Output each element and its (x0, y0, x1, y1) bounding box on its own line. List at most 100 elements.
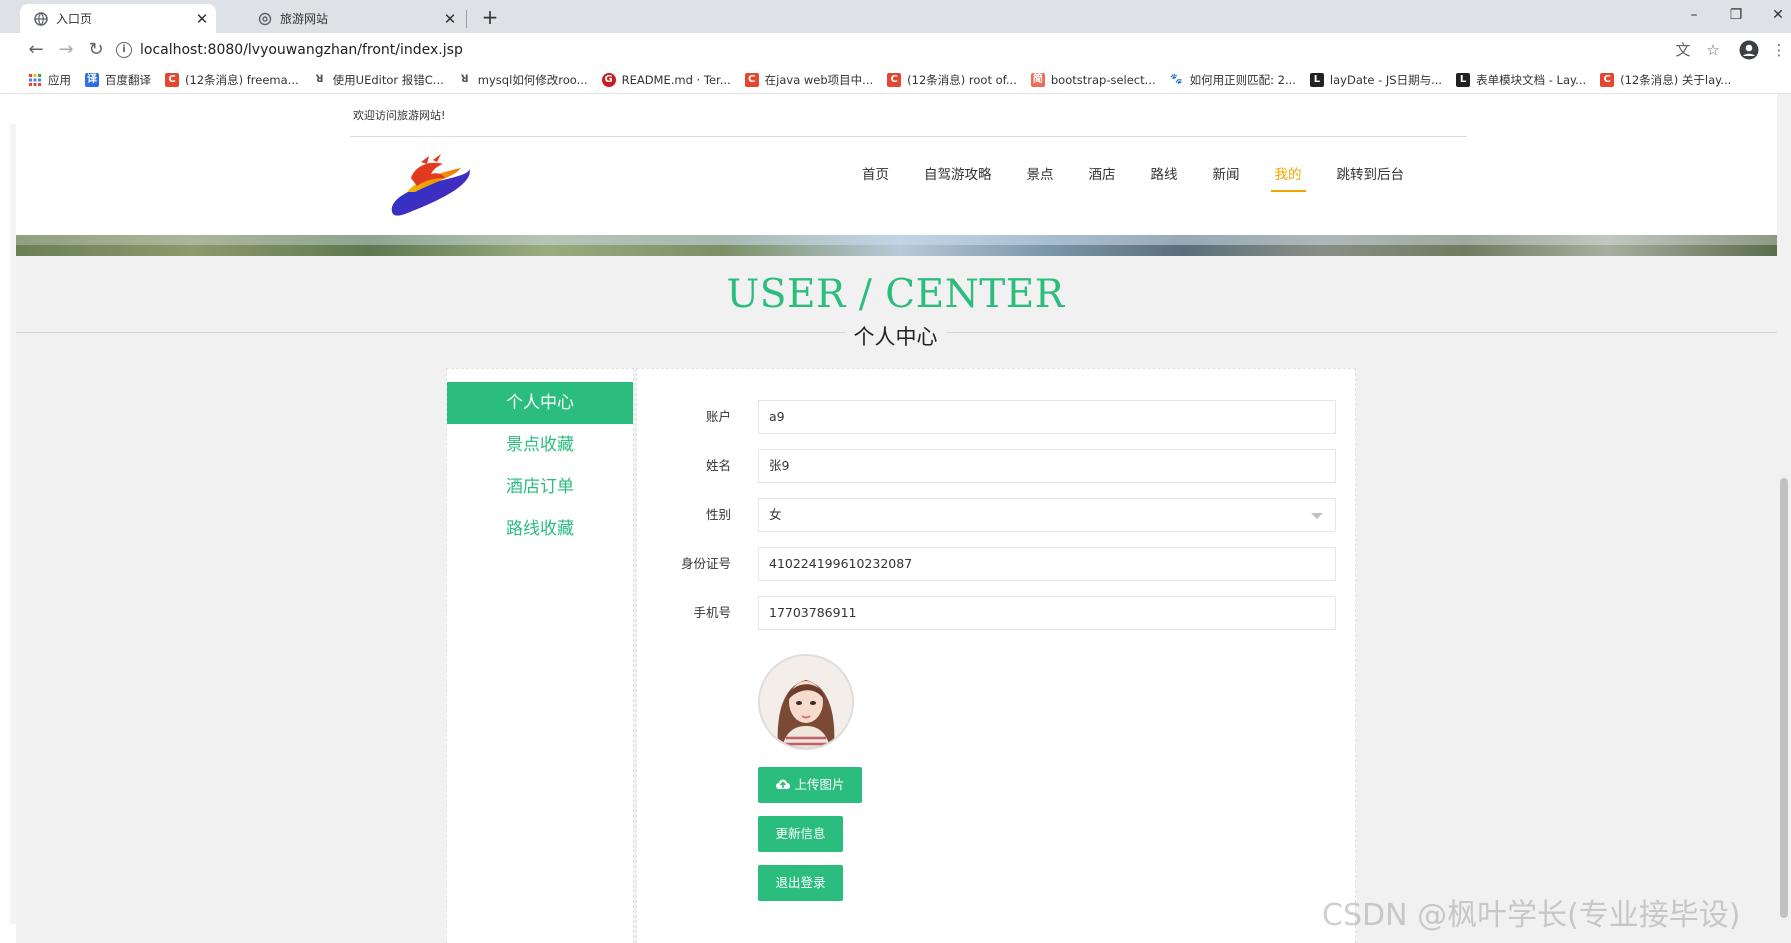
watermark-text: CSDN @枫叶学长(专业接毕设) (1322, 898, 1741, 933)
forward-arrow-icon[interactable]: → (52, 36, 80, 64)
nav-routes[interactable]: 路线 (1151, 160, 1178, 190)
tab-separator (466, 10, 467, 28)
account-label: 账户 (705, 409, 731, 424)
bookmark-bootstrap-select[interactable]: 简 bootstrap-select... (1030, 72, 1156, 87)
tab-title: 旅游网站 (280, 12, 329, 26)
jianshu-icon: 简 (1030, 72, 1045, 87)
bookmark-label: 百度翻译 (105, 72, 151, 87)
info-icon[interactable]: i (116, 42, 132, 58)
landscape-banner-image (16, 235, 1784, 256)
phone-field[interactable]: 17703786911 (758, 596, 1336, 630)
apps-grid-icon (28, 73, 42, 87)
page-title-chinese-wrapper: 个人中心 (0, 321, 1791, 351)
close-icon[interactable]: ✕ (440, 10, 460, 28)
phone-label: 手机号 (693, 605, 731, 620)
csdn-icon: C (1600, 72, 1615, 87)
account-field[interactable]: a9 (758, 400, 1336, 434)
close-icon[interactable]: ✕ (192, 10, 212, 28)
csdn-icon: C (744, 72, 759, 87)
page-title-chinese: 个人中心 (845, 325, 946, 349)
nav-hotels[interactable]: 酒店 (1089, 160, 1116, 190)
csdn-icon: C (165, 72, 179, 87)
new-tab-button[interactable]: + (478, 4, 502, 30)
translate-page-icon[interactable]: 文 (1670, 37, 1696, 63)
tab-travel-site[interactable]: 旅游网站 ✕ (244, 4, 464, 33)
reload-icon[interactable]: ↻ (82, 36, 110, 64)
bookmark-label: bootstrap-select... (1050, 72, 1156, 87)
scrollbar-thumb[interactable] (1780, 478, 1788, 918)
bookmark-laydate[interactable]: L layDate - JS日期与... (1309, 72, 1443, 88)
cloud-upload-icon (775, 768, 791, 804)
bookmark-label: 如何用正则匹配: 2... (1189, 72, 1296, 87)
bookmark-label: (12条消息) freema... (185, 72, 299, 87)
bookmark-label: 使用UEditor 报错C... (332, 72, 444, 87)
gender-selected-value: 女 (769, 507, 782, 522)
sidebar-item-personal-center[interactable]: 个人中心 (447, 382, 633, 424)
baidu-icon: 🐾 (1170, 73, 1183, 85)
sidebar-item-route-favorites[interactable]: 路线收藏 (447, 508, 633, 550)
user-center-sidebar: 个人中心 景点收藏 酒店订单 路线收藏 (446, 368, 634, 943)
bookmark-apps[interactable]: 应用 (28, 72, 71, 88)
translate-icon: 译 (85, 72, 99, 87)
welcome-text: 欢迎访问旅游网站! (353, 109, 446, 122)
bookmark-mysql[interactable]: ꓤ mysql如何修改roo... (458, 72, 588, 88)
avatar (758, 654, 854, 750)
site-logo[interactable] (385, 152, 475, 222)
bookmark-star-icon[interactable]: ☆ (1700, 37, 1726, 63)
nav-attractions[interactable]: 景点 (1027, 160, 1054, 190)
chevron-down-icon (1311, 513, 1323, 519)
gender-label: 性别 (705, 507, 731, 522)
bookmark-java-web[interactable]: C 在java web项目中... (744, 72, 874, 88)
bookmark-label: 在java web项目中... (764, 72, 874, 87)
minimize-button[interactable]: – (1674, 2, 1714, 28)
bookmark-csdn-freemarker[interactable]: C (12条消息) freema... (165, 72, 299, 88)
sidebar-item-attraction-favorites[interactable]: 景点收藏 (447, 424, 633, 466)
bookmark-label: 表单模块文档 - Lay... (1476, 72, 1587, 87)
bookmark-layui-form[interactable]: L 表单模块文档 - Lay... (1456, 72, 1586, 88)
bookmark-csdn-root[interactable]: C (12条消息) root of... (887, 72, 1017, 88)
form-row-account: 账户 a9 (637, 400, 1357, 434)
nav-admin-link[interactable]: 跳转到后台 (1337, 160, 1405, 190)
profile-avatar-icon[interactable] (1736, 37, 1762, 63)
bookmark-label: (12条消息) 关于lay... (1620, 72, 1732, 87)
bookmark-regex[interactable]: 🐾 如何用正则匹配: 2... (1170, 72, 1296, 88)
upload-image-button[interactable]: 上传图片 (758, 767, 862, 803)
address-bar-row: ← → ↻ i localhost:8080/lvyouwangzhan/fro… (0, 33, 1791, 66)
bookmark-ueditor[interactable]: ꓤ 使用UEditor 报错C... (313, 72, 444, 88)
gitee-icon: G (601, 72, 616, 87)
tab-entry-page[interactable]: 入口页 ✕ (20, 4, 216, 33)
nav-home[interactable]: 首页 (862, 160, 889, 190)
name-label: 姓名 (705, 458, 731, 473)
link-icon: ꓤ (315, 73, 324, 85)
settings-icon (258, 12, 272, 26)
form-row-gender: 性别 女 (637, 498, 1357, 532)
main-navigation: 首页 自驾游攻略 景点 酒店 路线 新闻 我的 跳转到后台 (862, 160, 1439, 192)
sidebar-item-hotel-orders[interactable]: 酒店订单 (447, 466, 633, 508)
nav-self-drive-guide[interactable]: 自驾游攻略 (924, 160, 992, 190)
back-arrow-icon[interactable]: ← (22, 36, 50, 64)
id-card-field[interactable]: 410224199610232087 (758, 547, 1336, 581)
bookmark-csdn-layui[interactable]: C (12条消息) 关于lay... (1600, 72, 1731, 88)
link-icon: ꓤ (460, 73, 469, 85)
browser-tab-bar: 入口页 ✕ 旅游网站 ✕ + – ❐ ✕ (0, 0, 1791, 33)
nav-mine[interactable]: 我的 (1270, 160, 1306, 192)
bookmark-baidu-translate[interactable]: 译 百度翻译 (85, 72, 151, 88)
nav-news[interactable]: 新闻 (1213, 160, 1240, 190)
menu-kebab-icon[interactable]: ⋮ (1766, 37, 1791, 63)
bookmark-readme[interactable]: G README.md · Ter... (601, 72, 731, 87)
bookmark-label: 应用 (48, 72, 71, 87)
window-close-button[interactable]: ✕ (1758, 2, 1791, 28)
bookmark-label: layDate - JS日期与... (1329, 72, 1443, 87)
gender-select[interactable]: 女 (758, 498, 1336, 532)
id-card-label: 身份证号 (680, 556, 731, 571)
restore-button[interactable]: ❐ (1716, 2, 1756, 28)
bookmarks-bar: 应用 译 百度翻译 C (12条消息) freema... ꓤ 使用UEdito… (0, 66, 1791, 94)
name-field[interactable]: 张9 (758, 449, 1336, 483)
page-title-english: USER / CENTER (726, 272, 1065, 317)
logout-button[interactable]: 退出登录 (758, 865, 843, 901)
layui-icon: L (1309, 72, 1324, 87)
url-text: localhost:8080/lvyouwangzhan/front/index… (140, 42, 463, 58)
form-row-phone: 手机号 17703786911 (637, 596, 1357, 630)
url-field[interactable]: i localhost:8080/lvyouwangzhan/front/ind… (116, 37, 1686, 63)
update-info-button[interactable]: 更新信息 (758, 816, 843, 852)
